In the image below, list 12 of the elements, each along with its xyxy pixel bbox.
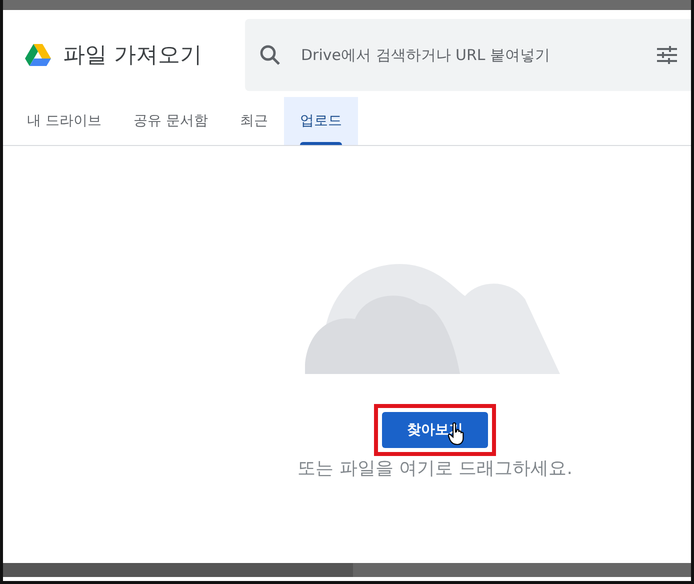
- tab[interactable]: 내 드라이브: [11, 97, 118, 145]
- search-field[interactable]: Drive에서 검색하거나 URL 붙여넣기: [299, 45, 643, 65]
- tab[interactable]: 최근: [224, 97, 284, 145]
- tab[interactable]: 업로드: [284, 97, 358, 145]
- tab[interactable]: 공유 문서함: [117, 97, 224, 145]
- horizontal-scrollbar[interactable]: [3, 563, 691, 577]
- dialog-title: 파일 가져오기: [63, 42, 203, 70]
- filter-sliders-icon[interactable]: [657, 46, 677, 64]
- search-icon: [259, 44, 281, 66]
- drag-hint-text: 또는 파일을 여기로 드래그하세요.: [298, 457, 572, 480]
- scrollbar-thumb[interactable]: [3, 563, 353, 577]
- drive-logo-icon: [25, 44, 51, 66]
